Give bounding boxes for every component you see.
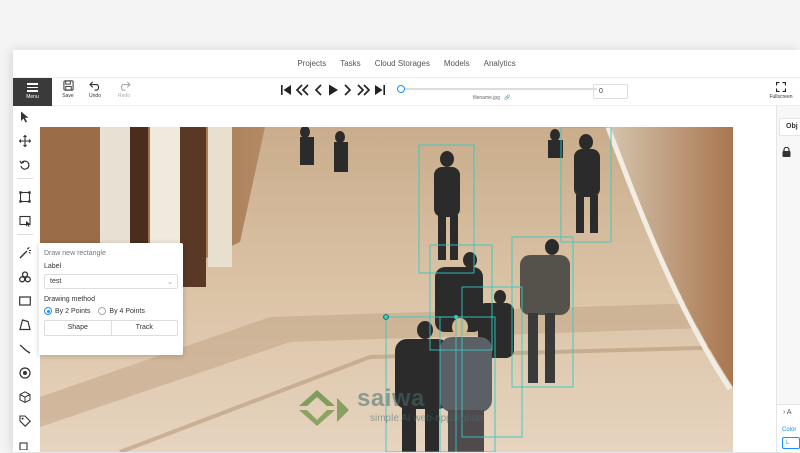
sidebar-divider: [17, 234, 33, 235]
controls-sidebar: [13, 106, 38, 452]
nav-models[interactable]: Models: [444, 57, 470, 70]
saiwa-logo-icon: [299, 390, 349, 426]
annotation-toolbar: Menu Save Undo Redo filename.jpg 🔗 0 Ful…: [13, 78, 800, 106]
polyline-icon[interactable]: [17, 341, 33, 357]
slider-thumb[interactable]: [397, 85, 405, 93]
frame-number-input[interactable]: 0: [593, 84, 628, 99]
undo-label: Undo: [89, 93, 101, 99]
redo-icon: [120, 81, 131, 91]
split-icon[interactable]: [17, 437, 33, 453]
label-caption: Label: [44, 263, 62, 270]
openvino-icon[interactable]: [17, 269, 33, 285]
rectangle-icon[interactable]: [17, 293, 33, 309]
appearance-section: › A Color L: [777, 404, 800, 452]
radio-checked-icon: [44, 307, 52, 315]
cursor-icon[interactable]: [17, 109, 33, 125]
first-frame-icon[interactable]: [281, 84, 292, 96]
filename-label: filename.jpg 🔗: [473, 95, 511, 101]
objects-side-panel: Obj › A Color L: [776, 106, 800, 452]
radio-by-4-points-label: By 4 Points: [109, 307, 145, 315]
menu-button[interactable]: Menu: [13, 78, 52, 106]
draw-mode-buttons: Shape Track: [44, 320, 178, 336]
color-by-option[interactable]: L: [782, 437, 800, 449]
nav-analytics[interactable]: Analytics: [484, 57, 516, 70]
save-label: Save: [62, 93, 74, 99]
move-icon[interactable]: [17, 133, 33, 149]
rectangle-guide-point: [454, 315, 458, 319]
tag-icon[interactable]: [17, 413, 33, 429]
points-icon[interactable]: [17, 365, 33, 381]
cuboid-icon[interactable]: [17, 389, 33, 405]
undo-button[interactable]: Undo: [82, 80, 108, 99]
draw-rectangle-popover: Draw new rectangle Label test ⌄ Drawing …: [39, 243, 183, 355]
fast-backward-icon[interactable]: [295, 84, 311, 96]
magic-wand-icon[interactable]: [17, 245, 33, 261]
polygon-icon[interactable]: [17, 317, 33, 333]
fullscreen-icon: [776, 82, 786, 92]
drawing-method-radios: By 2 Points By 4 Points: [44, 307, 178, 315]
watermark-tagline: simple AI web-application: [370, 413, 483, 424]
player-controls: [281, 84, 385, 96]
next-frame-icon[interactable]: [342, 84, 352, 96]
fit-image-icon[interactable]: [17, 189, 33, 205]
filename-text: filename.jpg: [473, 95, 500, 101]
nav-cloud-storages[interactable]: Cloud Storages: [375, 57, 430, 70]
saiwa-watermark: saiwa simple AI web-application: [297, 385, 483, 433]
rectangle-start-point[interactable]: [383, 314, 389, 320]
radio-by-4-points[interactable]: By 4 Points: [98, 307, 145, 315]
color-by-label: Color: [782, 427, 797, 433]
drawing-method-caption: Drawing method: [44, 296, 95, 303]
shape-button[interactable]: Shape: [45, 321, 112, 335]
save-icon: [62, 80, 74, 91]
nav-tasks[interactable]: Tasks: [340, 57, 360, 70]
play-icon[interactable]: [327, 84, 339, 96]
tab-objects[interactable]: Obj: [779, 118, 800, 136]
section-label: A: [786, 409, 792, 416]
rotate-icon[interactable]: [17, 157, 33, 173]
lock-icon[interactable]: [782, 144, 791, 162]
fast-forward-icon[interactable]: [355, 84, 371, 96]
hamburger-icon: [27, 83, 38, 92]
label-select-value: test: [50, 278, 62, 285]
collapse-section[interactable]: › A: [783, 409, 792, 416]
fullscreen-button[interactable]: Fullscreen: [767, 82, 795, 100]
frame-slider[interactable]: [397, 85, 597, 93]
radio-by-2-points[interactable]: By 2 Points: [44, 307, 90, 315]
select-region-icon[interactable]: [17, 213, 33, 229]
chevron-down-icon: ⌄: [167, 279, 173, 286]
app-window: Projects Tasks Cloud Storages Models Ana…: [13, 50, 800, 452]
sidebar-divider: [17, 178, 33, 179]
redo-label: Redo: [118, 93, 130, 99]
label-select[interactable]: test ⌄: [44, 274, 178, 289]
last-frame-icon[interactable]: [374, 84, 385, 96]
previous-frame-icon[interactable]: [314, 84, 324, 96]
watermark-brand: saiwa: [357, 385, 425, 412]
nav-projects[interactable]: Projects: [297, 57, 326, 70]
radio-unchecked-icon: [98, 307, 107, 315]
chevron-right-icon: ›: [783, 409, 786, 416]
popover-title: Draw new rectangle: [44, 250, 106, 257]
menu-label: Menu: [26, 93, 39, 100]
fullscreen-label: Fullscreen: [769, 94, 793, 100]
track-button[interactable]: Track: [112, 321, 178, 335]
radio-by-2-points-label: By 2 Points: [55, 307, 91, 315]
top-navigation: Projects Tasks Cloud Storages Models Ana…: [13, 50, 800, 78]
undo-icon: [88, 81, 99, 91]
save-button[interactable]: Save: [55, 80, 81, 99]
redo-button[interactable]: Redo: [111, 80, 137, 99]
link-icon[interactable]: 🔗: [504, 95, 510, 101]
